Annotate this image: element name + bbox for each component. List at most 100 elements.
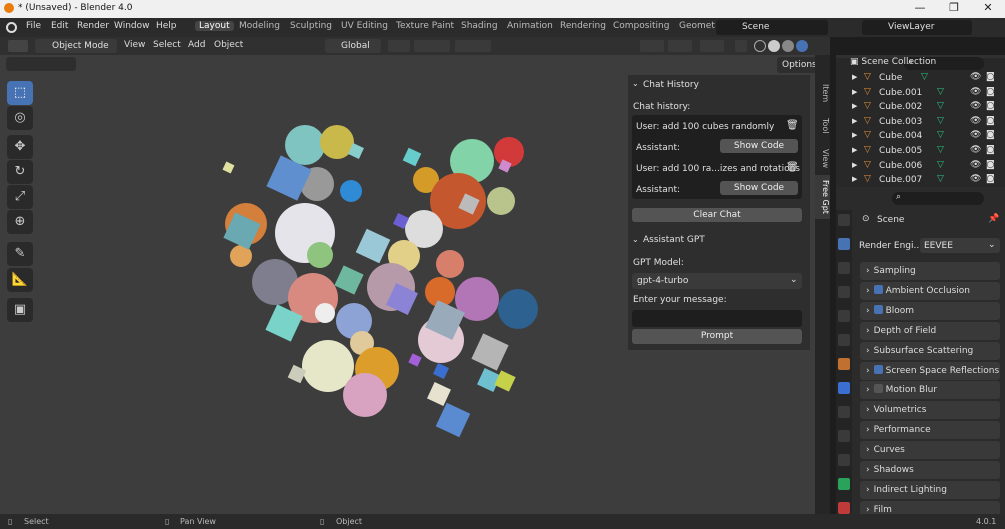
- tab-texture-paint[interactable]: Texture Paint: [392, 21, 458, 31]
- options-dropdown[interactable]: Options: [777, 57, 815, 73]
- orientation-dropdown[interactable]: Global: [325, 39, 381, 53]
- close-button[interactable]: ✕: [971, 0, 1005, 18]
- add-cube-icon[interactable]: ▣: [7, 298, 33, 322]
- panel-indirect-lighting[interactable]: › Indirect Lighting: [860, 480, 1000, 499]
- assistant-gpt-header[interactable]: ⌄ Assistant GPT: [628, 231, 810, 249]
- menu-add[interactable]: Add: [188, 40, 205, 50]
- tab-item[interactable]: Item: [815, 77, 830, 109]
- tab-tool[interactable]: Tool: [815, 111, 830, 141]
- overlay-icon[interactable]: [700, 40, 724, 52]
- solid-shading-icon[interactable]: [768, 40, 780, 52]
- camera-icon[interactable]: ◙: [986, 72, 995, 82]
- eye-icon[interactable]: 👁: [970, 101, 981, 111]
- render-engine-dropdown[interactable]: EEVEE ⌄: [920, 238, 1000, 253]
- physics-tab-icon[interactable]: [838, 430, 850, 442]
- message-input[interactable]: [632, 310, 802, 327]
- enable-checkbox[interactable]: [873, 384, 883, 394]
- minimize-button[interactable]: —: [903, 0, 937, 18]
- output-tab-icon[interactable]: [838, 262, 850, 274]
- panel-screen-space-reflections[interactable]: › Screen Space Reflections: [860, 361, 1000, 380]
- select-box-icon[interactable]: ⬚: [7, 81, 33, 105]
- gizmo-icon[interactable]: [668, 40, 692, 52]
- outliner-row[interactable]: ▶ ▽ Cube.002 ▽ 👁 ◙: [836, 101, 1005, 116]
- tab-view[interactable]: View: [815, 143, 830, 173]
- object-tab-icon[interactable]: [838, 358, 850, 370]
- expand-arrow-icon[interactable]: ▶: [852, 161, 857, 169]
- viewlayer-selector[interactable]: ViewLayer: [862, 20, 972, 35]
- outliner-row[interactable]: ▶ ▽ Cube ▽ 👁 ◙: [836, 72, 1005, 87]
- particles-tab-icon[interactable]: [838, 406, 850, 418]
- scene-tab-icon[interactable]: [838, 310, 850, 322]
- data-tab-icon[interactable]: [838, 478, 850, 490]
- render-tab-icon[interactable]: [838, 238, 850, 250]
- rendered-shading-icon[interactable]: [796, 40, 808, 52]
- collection-row[interactable]: ▣ Scene Collection: [850, 57, 1005, 72]
- panel-performance[interactable]: › Performance: [860, 421, 1000, 440]
- outliner-row[interactable]: ▶ ▽ Cube.004 ▽ 👁 ◙: [836, 130, 1005, 145]
- modifier-tab-icon[interactable]: [838, 382, 850, 394]
- cursor-icon[interactable]: ◎: [7, 106, 33, 130]
- blender-menu-icon[interactable]: [6, 22, 17, 33]
- outliner-row[interactable]: ▶ ▽ Cube.006 ▽ 👁 ◙: [836, 160, 1005, 175]
- move-icon[interactable]: ✥: [7, 135, 33, 159]
- panel-sampling[interactable]: › Sampling: [860, 262, 1000, 280]
- prompt-button[interactable]: Prompt: [632, 329, 802, 344]
- trash-icon[interactable]: 🗑: [786, 162, 799, 173]
- gpt-model-dropdown[interactable]: gpt-4-turbo ⌄: [632, 273, 802, 289]
- annotate-icon[interactable]: ✎: [7, 242, 33, 266]
- tab-shading[interactable]: Shading: [457, 21, 502, 31]
- show-code-button[interactable]: Show Code: [720, 139, 798, 153]
- enable-checkbox[interactable]: [873, 284, 883, 294]
- pivot-icon[interactable]: [388, 40, 410, 52]
- wireframe-shading-icon[interactable]: [754, 40, 766, 52]
- material-shading-icon[interactable]: [782, 40, 794, 52]
- scene-selector[interactable]: Scene: [716, 20, 828, 35]
- show-code-button[interactable]: Show Code: [720, 181, 798, 195]
- chat-history-header[interactable]: ⌄ Chat History: [628, 75, 810, 93]
- camera-icon[interactable]: ◙: [986, 174, 995, 184]
- panel-curves[interactable]: › Curves: [860, 441, 1000, 460]
- world-tab-icon[interactable]: [838, 334, 850, 346]
- menu-select[interactable]: Select: [153, 40, 181, 50]
- camera-icon[interactable]: ◙: [986, 145, 995, 155]
- visibility-icon[interactable]: [640, 40, 664, 52]
- expand-arrow-icon[interactable]: ▶: [852, 131, 857, 139]
- clear-chat-button[interactable]: Clear Chat: [632, 208, 802, 222]
- tab-animation[interactable]: Animation: [503, 21, 557, 31]
- maximize-button[interactable]: ❐: [937, 0, 971, 18]
- enable-checkbox[interactable]: [873, 304, 883, 314]
- eye-icon[interactable]: 👁: [970, 174, 981, 184]
- editor-type-icon[interactable]: [8, 40, 28, 52]
- panel-shadows[interactable]: › Shadows: [860, 461, 1000, 479]
- outliner-row[interactable]: ▶ ▽ Cube.001 ▽ 👁 ◙: [836, 87, 1005, 102]
- menu-help[interactable]: Help: [156, 21, 177, 31]
- expand-arrow-icon[interactable]: ▶: [852, 102, 857, 110]
- menu-edit[interactable]: Edit: [51, 21, 68, 31]
- tab-modeling[interactable]: Modeling: [235, 21, 284, 31]
- properties-search-input[interactable]: [892, 192, 984, 205]
- tool-tab-icon[interactable]: [838, 214, 850, 226]
- camera-icon[interactable]: ◙: [986, 130, 995, 140]
- eye-icon[interactable]: 👁: [970, 72, 981, 82]
- select-mode-icons[interactable]: [6, 57, 76, 71]
- tab-layout[interactable]: Layout: [195, 21, 234, 31]
- expand-arrow-icon[interactable]: ▶: [852, 88, 857, 96]
- panel-ambient-occlusion[interactable]: › Ambient Occlusion: [860, 281, 1000, 300]
- tab-uv-editing[interactable]: UV Editing: [337, 21, 392, 31]
- eye-icon[interactable]: 👁: [970, 130, 981, 140]
- eye-icon[interactable]: 👁: [970, 87, 981, 97]
- scale-icon[interactable]: ⤢: [7, 185, 33, 209]
- object-mode-dropdown[interactable]: Object Mode: [35, 39, 117, 53]
- menu-view[interactable]: View: [124, 40, 145, 50]
- camera-icon[interactable]: ◙: [986, 160, 995, 170]
- expand-arrow-icon[interactable]: ▶: [852, 175, 857, 183]
- eye-icon[interactable]: 👁: [970, 160, 981, 170]
- tab-rendering[interactable]: Rendering: [556, 21, 610, 31]
- menu-object[interactable]: Object: [214, 40, 243, 50]
- camera-icon[interactable]: ◙: [986, 116, 995, 126]
- view-layer-tab-icon[interactable]: [838, 286, 850, 298]
- tab-free-gpt[interactable]: Free Gpt: [815, 175, 830, 219]
- panel-volumetrics[interactable]: › Volumetrics: [860, 401, 1000, 420]
- constraints-tab-icon[interactable]: [838, 454, 850, 466]
- menu-file[interactable]: File: [26, 21, 41, 31]
